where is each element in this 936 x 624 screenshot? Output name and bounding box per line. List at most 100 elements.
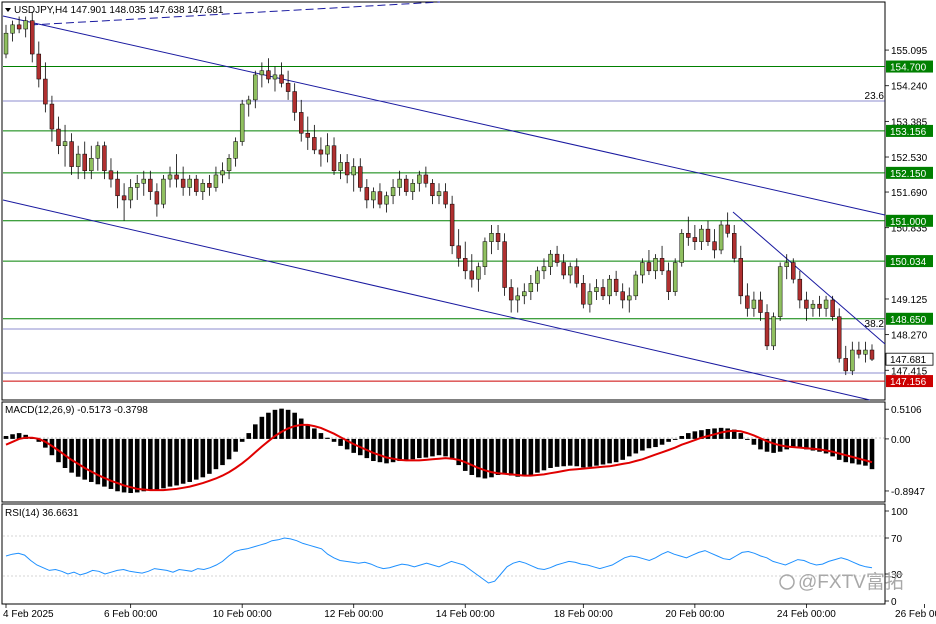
- candle-body: [856, 349, 862, 355]
- candle-body: [213, 174, 219, 188]
- candle-body: [784, 262, 789, 267]
- level-tag-label-5: 148.650: [890, 315, 927, 326]
- macd-bar-80: [528, 438, 534, 475]
- candle-body: [804, 299, 809, 309]
- candle-body: [581, 283, 586, 305]
- macd-bar-43: [285, 409, 291, 439]
- macd-bar-32: [213, 438, 219, 470]
- candle-body: [607, 278, 612, 297]
- candle-body: [436, 191, 442, 197]
- macd-bar-73: [482, 438, 488, 479]
- macd-bar-65: [430, 438, 435, 457]
- macd-bar-47: [312, 428, 317, 439]
- time-tick-label-8: 26 Feb 00:00: [895, 609, 936, 620]
- macd-bar-93: [613, 438, 619, 463]
- candle-body: [745, 295, 750, 309]
- macd-bar-119: [784, 438, 790, 450]
- candle-body: [285, 82, 291, 92]
- candle-body: [495, 233, 501, 242]
- candle-body: [627, 295, 632, 301]
- macd-bar-76: [502, 438, 507, 474]
- macd-bar-79: [521, 438, 527, 477]
- candle-body: [712, 241, 717, 251]
- candle-body: [705, 228, 711, 242]
- candle-body: [371, 191, 376, 201]
- candle-body: [299, 112, 304, 134]
- candle-body: [82, 153, 87, 172]
- candle-body: [239, 103, 245, 142]
- price-tick-label-6: 149.125: [891, 295, 928, 306]
- macd-bar-33: [220, 438, 225, 466]
- macd-bar-87: [574, 438, 580, 467]
- macd-bar-75: [495, 438, 501, 475]
- time-tick-label-1: 6 Feb 00:00: [104, 609, 158, 620]
- macd-bar-63: [417, 438, 422, 459]
- candle-body: [850, 349, 855, 372]
- candle-body: [535, 270, 540, 284]
- macd-bar-1: [10, 434, 15, 439]
- candle-body: [220, 170, 225, 176]
- rsi-tick-label-0: 100: [891, 507, 908, 518]
- candle-body: [823, 299, 829, 309]
- level-tag-label-4: 150.034: [890, 257, 927, 268]
- macd-bar-51: [338, 438, 343, 446]
- candle-body: [10, 24, 15, 34]
- price-tick-label-0: 155.095: [891, 46, 928, 57]
- candle-body: [207, 183, 212, 188]
- candle-body: [161, 178, 166, 205]
- time-tick-label-7: 24 Feb 00:00: [777, 609, 836, 620]
- macd-bar-129: [850, 438, 855, 464]
- candle-body: [732, 233, 737, 259]
- macd-bar-84: [554, 438, 560, 467]
- candle-body: [397, 178, 402, 188]
- macd-bar-88: [581, 438, 586, 468]
- candle-117: [771, 312, 776, 351]
- macd-bar-95: [626, 438, 632, 457]
- candle-24: [161, 174, 166, 209]
- macd-bar-94: [620, 438, 625, 460]
- macd-bar-71: [469, 438, 475, 475]
- rsi-title: RSI(14) 36.6631: [5, 508, 79, 519]
- macd-bar-37: [246, 433, 252, 439]
- macd-bar-102: [672, 438, 678, 440]
- rsi-panel-frame: [1, 503, 886, 605]
- macd-bar-48: [318, 433, 324, 439]
- macd-bar-130: [856, 438, 862, 465]
- candle-body: [384, 195, 389, 205]
- candle-body: [128, 187, 133, 201]
- macd-title: MACD(12,26,9) -0.5173 -0.3798: [5, 405, 148, 416]
- candle-118: [777, 262, 783, 321]
- macd-bar-42: [279, 408, 284, 439]
- candle-body: [23, 20, 28, 30]
- level-tag-label-0: 154.700: [890, 63, 927, 74]
- candle-body: [738, 258, 744, 297]
- candle-102: [672, 258, 678, 296]
- candle-body: [869, 349, 875, 360]
- candle-body: [3, 32, 9, 55]
- candle-body: [469, 270, 475, 280]
- macd-bar-132: [869, 438, 875, 470]
- candle-body: [331, 145, 337, 172]
- macd-bar-85: [561, 438, 566, 467]
- macd-bar-68: [449, 438, 455, 460]
- candle-body: [489, 233, 494, 242]
- macd-bar-19: [128, 438, 133, 494]
- macd-bar-110: [725, 428, 730, 439]
- candle-body: [718, 224, 724, 251]
- candle-body: [410, 183, 415, 192]
- candle-body: [653, 258, 658, 272]
- macd-bar-126: [830, 438, 835, 457]
- candle-body: [567, 266, 573, 276]
- trading-chart: 155.095154.240153.385152.530151.690150.8…: [1, 1, 936, 620]
- macd-bar-14: [95, 438, 101, 485]
- candle-body: [167, 174, 173, 180]
- macd-bar-27: [180, 438, 186, 484]
- candle-body: [692, 237, 698, 242]
- candle-body: [187, 178, 192, 188]
- fib-label-23: 23.6: [865, 91, 885, 102]
- candle-body: [476, 266, 481, 280]
- macd-bar-38: [253, 424, 258, 439]
- candle-body: [764, 312, 770, 347]
- candle-body: [62, 141, 68, 147]
- candle-body: [30, 20, 35, 55]
